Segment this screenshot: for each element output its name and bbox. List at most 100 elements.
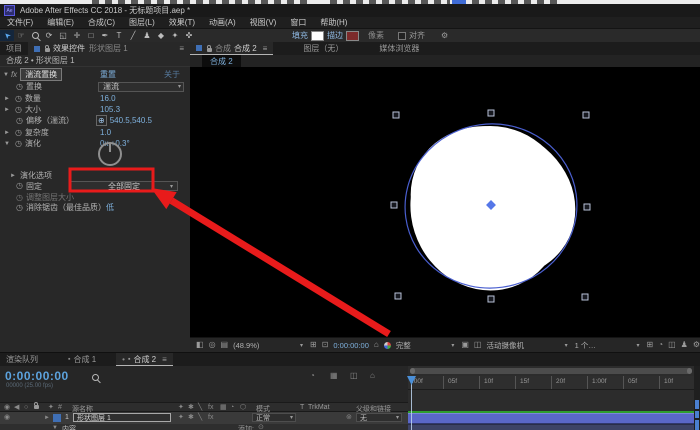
trkmat-column[interactable]: TrkMat xyxy=(308,404,330,411)
twirl-closed-icon[interactable]: ► xyxy=(10,173,16,179)
effect-name[interactable]: 湍流置换 xyxy=(20,68,62,81)
stopwatch-icon[interactable]: ◷ xyxy=(15,129,22,137)
menu-window[interactable]: 窗口 xyxy=(283,17,313,28)
timeline-search-icon[interactable] xyxy=(92,374,99,381)
flowchart-icon[interactable]: ◧ xyxy=(196,341,204,349)
layer-twirl-icon[interactable]: ► xyxy=(44,415,50,421)
resolution-select[interactable]: 完整 xyxy=(396,340,411,351)
orbit-camera-tool-button[interactable]: ⟳ xyxy=(42,30,56,41)
eye-toggle[interactable]: ◉ xyxy=(4,414,10,421)
fill-label[interactable]: 填充 xyxy=(292,30,308,41)
layer-collapse-switch[interactable]: ✱ xyxy=(188,414,194,421)
twirl-closed-icon[interactable]: ► xyxy=(4,96,10,102)
effect-reset-link[interactable]: 重置 xyxy=(100,69,116,80)
stopwatch-icon[interactable]: ◷ xyxy=(16,194,23,202)
grid-guides-icon[interactable]: ▤ xyxy=(221,341,229,349)
zoom-tool-button[interactable] xyxy=(28,30,42,41)
time-ruler[interactable]: :00f 05f 10f 15f 20f 1:00f 05f 10f xyxy=(408,376,694,390)
tab-media-browser[interactable]: 媒体浏览器 xyxy=(373,42,425,55)
layer-duration-bar[interactable] xyxy=(408,413,694,424)
layer-row-shape-layer[interactable]: ◉ ► 1 形状图层 1 ✦ ✱ ╲ fx 正常 ▾ ⊚ 无 ▾ xyxy=(0,412,408,424)
hand-tool-button[interactable]: ☞ xyxy=(14,30,28,41)
add-shape-icon[interactable]: ⊙ xyxy=(258,424,264,430)
snap-label[interactable]: 对齐 xyxy=(409,30,425,41)
stopwatch-icon[interactable]: ◷ xyxy=(16,204,23,212)
pixel-aspect-icon[interactable]: ⊞ xyxy=(647,341,654,349)
stopwatch-icon[interactable]: ◷ xyxy=(15,106,22,114)
menu-animation[interactable]: 动画(A) xyxy=(202,17,243,28)
stroke-label[interactable]: 描边 xyxy=(327,30,343,41)
selection-tool-button[interactable]: ➤ xyxy=(0,30,14,41)
pickwhip-icon[interactable]: ⊚ xyxy=(346,414,352,421)
menu-effect[interactable]: 效果(T) xyxy=(162,17,202,28)
stroke-color-swatch[interactable] xyxy=(346,31,359,41)
amount-value[interactable]: 16.0 xyxy=(100,94,116,103)
antialias-value[interactable]: 低 xyxy=(106,202,114,213)
menu-edit[interactable]: 编辑(E) xyxy=(40,17,81,28)
effect-about-link[interactable]: 关于 xyxy=(164,69,180,80)
draft-3d-toggle-icon[interactable]: ▦ xyxy=(330,372,338,380)
panel-menu-icon[interactable]: ≡ xyxy=(263,44,268,53)
stopwatch-icon[interactable]: ◷ xyxy=(16,182,23,190)
current-time-display[interactable]: 0:00:00:00 xyxy=(5,369,69,383)
camera-select[interactable]: 活动摄像机 xyxy=(486,340,524,351)
layer-name[interactable]: 形状图层 1 xyxy=(73,413,171,422)
timeline-scrollbar[interactable] xyxy=(694,366,700,430)
clone-stamp-tool-button[interactable]: ♟ xyxy=(140,30,154,41)
offset-value[interactable]: 540.5,540.5 xyxy=(110,116,152,125)
pan-behind-tool-button[interactable]: ✛ xyxy=(70,30,84,41)
panel-menu-icon[interactable]: ≡ xyxy=(179,44,184,53)
puppet-pin-tool-button[interactable]: ✜ xyxy=(182,30,196,41)
snapshot-icon[interactable]: ⌂ xyxy=(374,341,379,349)
menu-composition[interactable]: 合成(C) xyxy=(81,17,122,28)
size-value[interactable]: 105.3 xyxy=(100,105,120,114)
panel-menu-icon[interactable]: ≡ xyxy=(162,355,167,364)
menu-file[interactable]: 文件(F) xyxy=(0,17,40,28)
parent-dropdown[interactable]: 无 ▾ xyxy=(356,413,402,422)
toolbar-gear-icon[interactable]: ⚙ xyxy=(441,32,448,40)
roto-brush-tool-button[interactable]: ✦ xyxy=(168,30,182,41)
tab-comp2-timeline[interactable]: • ▪ 合成 2 ≡ xyxy=(116,353,173,366)
fast-previews-icon[interactable]: ◔ xyxy=(658,341,663,349)
tab-comp1-timeline[interactable]: ▪ 合成 1 xyxy=(62,353,102,366)
snap-checkbox[interactable] xyxy=(398,32,406,40)
pen-tool-button[interactable]: ✒ xyxy=(98,30,112,41)
lock-icon[interactable] xyxy=(207,48,212,52)
complexity-value[interactable]: 1.0 xyxy=(100,128,111,137)
pinning-dropdown[interactable]: 全部固定 ▾ xyxy=(70,181,178,191)
contents-twirl-icon[interactable]: ▼ xyxy=(52,425,58,430)
graph-editor-icon[interactable]: ⌂ xyxy=(370,372,375,380)
twirl-open-icon[interactable]: ▼ xyxy=(4,141,10,147)
tab-layer-viewer[interactable]: 图层（无） xyxy=(297,42,349,55)
comp-settings-icon[interactable]: ⚙ xyxy=(693,341,700,349)
tab-project[interactable]: 项目 xyxy=(0,42,28,55)
contents-row[interactable]: ▼ 内容 添加: ⊙ xyxy=(0,424,408,430)
comp-flow-icon[interactable]: ♟ xyxy=(681,341,688,349)
timeline-jump-icon[interactable]: ◫ xyxy=(668,341,676,349)
menu-layer[interactable]: 图层(L) xyxy=(122,17,162,28)
stopwatch-icon[interactable]: ◷ xyxy=(16,117,23,125)
time-navigator[interactable] xyxy=(410,368,692,374)
layer-fx-switch[interactable]: fx xyxy=(208,414,213,421)
layer-shy-switch[interactable]: ✦ xyxy=(178,414,184,421)
shape-tool-button[interactable]: □ xyxy=(84,30,98,41)
composition-viewport[interactable] xyxy=(190,67,700,337)
stopwatch-icon[interactable]: ◷ xyxy=(15,95,22,103)
layer-mode-dropdown[interactable]: 正常 ▾ xyxy=(252,413,296,422)
stopwatch-icon[interactable]: ◷ xyxy=(15,140,22,148)
composition-mini-flowchart-icon[interactable]: ◔ xyxy=(310,372,315,380)
lock-icon[interactable] xyxy=(45,48,50,52)
tab-composition[interactable]: 合成 合成 2 ≡ xyxy=(190,42,273,55)
layer-quality-switch[interactable]: ╲ xyxy=(198,414,202,421)
camera-tool-button[interactable]: ◱ xyxy=(56,30,70,41)
active-comp-chip[interactable]: 合成 2 xyxy=(202,55,241,68)
fill-color-swatch[interactable] xyxy=(311,31,324,41)
type-tool-button[interactable]: T xyxy=(112,30,126,41)
tab-render-queue[interactable]: 渲染队列 xyxy=(0,353,44,366)
group-duration-bar[interactable] xyxy=(408,424,694,430)
ruler-icon[interactable]: ⊞ xyxy=(310,341,317,349)
twirl-open-icon[interactable]: ▼ xyxy=(3,72,9,78)
eraser-tool-button[interactable]: ◆ xyxy=(154,30,168,41)
stopwatch-icon[interactable]: ◷ xyxy=(16,83,23,91)
displacement-dropdown[interactable]: 湍流 ▾ xyxy=(98,82,184,92)
